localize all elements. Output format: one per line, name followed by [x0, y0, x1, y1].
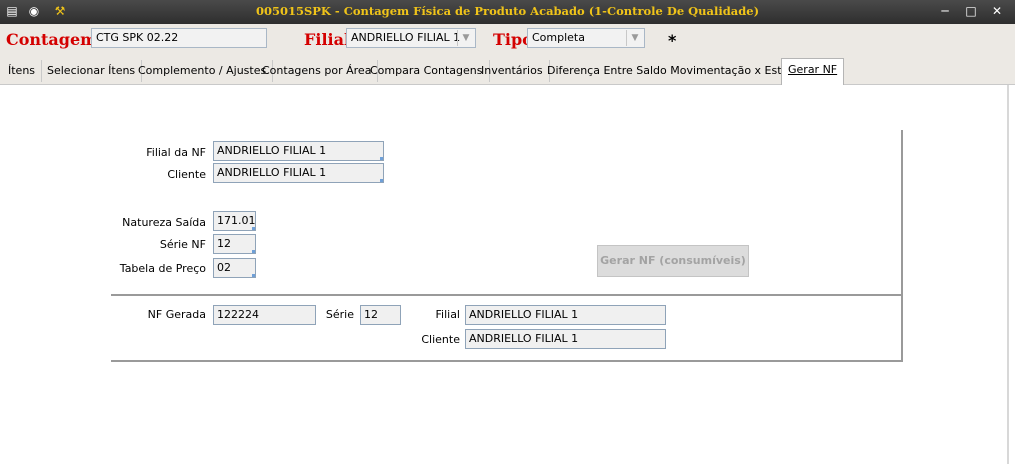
- natureza-saida-label: Natureza Saída: [122, 216, 206, 229]
- required-marker: *: [668, 31, 677, 50]
- panel-divider: [111, 294, 903, 296]
- tab-diferenca-saldo[interactable]: Diferença Entre Saldo Movimentação x Est…: [541, 60, 817, 82]
- tab-compara-contagens[interactable]: Compara Contagens: [364, 60, 490, 82]
- tab-contagens-por-area[interactable]: Contagens por Área: [256, 60, 379, 82]
- lookup-icon[interactable]: [252, 274, 255, 277]
- gerar-nf-button[interactable]: Gerar NF (consumíveis): [597, 245, 749, 277]
- cliente-label: Cliente: [167, 168, 206, 181]
- scroll-edge: [1007, 85, 1009, 464]
- serie-nf-field[interactable]: 12: [213, 234, 256, 254]
- result-filial-label: Filial: [435, 308, 461, 321]
- contagem-label: Contagem: [6, 30, 98, 49]
- natureza-saida-value: 171.01: [217, 214, 256, 227]
- header-bar: Contagem CTG SPK 02.22 Filial ANDRIELLO …: [0, 24, 1015, 58]
- lookup-icon[interactable]: [380, 157, 383, 160]
- filial-label: Filial: [304, 30, 351, 49]
- contagem-field[interactable]: CTG SPK 02.22: [91, 28, 267, 48]
- lookup-icon[interactable]: [380, 179, 383, 182]
- filial-nf-label: Filial da NF: [146, 146, 206, 159]
- close-button[interactable]: ✕: [986, 2, 1008, 20]
- chevron-down-icon[interactable]: ▼: [457, 30, 474, 46]
- filial-select[interactable]: ANDRIELLO FILIAL 1 ▼: [346, 28, 476, 48]
- nf-gerada-field: 122224: [213, 305, 316, 325]
- result-filial-field: ANDRIELLO FILIAL 1: [465, 305, 666, 325]
- tab-gerar-nf[interactable]: Gerar NF: [781, 58, 845, 85]
- tab-inventarios[interactable]: Inventários: [475, 60, 550, 82]
- tabela-preco-field[interactable]: 02: [213, 258, 256, 278]
- nf-gerada-label: NF Gerada: [147, 308, 206, 321]
- tab-gerar-nf-label: Gerar NF: [788, 63, 838, 76]
- serie-field: 12: [360, 305, 401, 325]
- tab-complemento-ajustes[interactable]: Complemento / Ajustes: [132, 60, 274, 82]
- natureza-saida-field[interactable]: 171.01: [213, 211, 256, 231]
- serie-nf-label: Série NF: [159, 238, 206, 251]
- tipo-select-value: Completa: [532, 31, 585, 44]
- cliente-value: ANDRIELLO FILIAL 1: [217, 166, 327, 179]
- title-bar: ▤ ◉ ⚒ 005015SPK - Contagem Física de Pro…: [0, 0, 1015, 24]
- serie-nf-value: 12: [217, 237, 231, 250]
- filial-nf-value: ANDRIELLO FILIAL 1: [217, 144, 327, 157]
- tab-selecionar-itens[interactable]: Selecionar Ítens: [41, 60, 143, 82]
- maximize-button[interactable]: □: [960, 2, 982, 20]
- serie-label: Série: [325, 308, 354, 321]
- tabela-preco-label: Tabela de Preço: [119, 262, 206, 275]
- result-cliente-field: ANDRIELLO FILIAL 1: [465, 329, 666, 349]
- window-title: 005015SPK - Contagem Física de Produto A…: [255, 4, 760, 18]
- chevron-down-icon[interactable]: ▼: [626, 30, 643, 46]
- lookup-icon[interactable]: [252, 250, 255, 253]
- minimize-button[interactable]: ─: [934, 2, 956, 20]
- filial-nf-field[interactable]: ANDRIELLO FILIAL 1: [213, 141, 384, 161]
- tipo-select[interactable]: Completa ▼: [527, 28, 645, 48]
- tabela-preco-value: 02: [217, 261, 231, 274]
- cliente-field[interactable]: ANDRIELLO FILIAL 1: [213, 163, 384, 183]
- result-cliente-label: Cliente: [421, 333, 460, 346]
- tab-itens[interactable]: Ítens: [2, 60, 43, 82]
- tab-bar: Ítens Selecionar Ítens Complemento / Aju…: [0, 58, 1015, 85]
- lookup-icon[interactable]: [252, 227, 255, 230]
- filial-select-value: ANDRIELLO FILIAL 1: [351, 31, 461, 44]
